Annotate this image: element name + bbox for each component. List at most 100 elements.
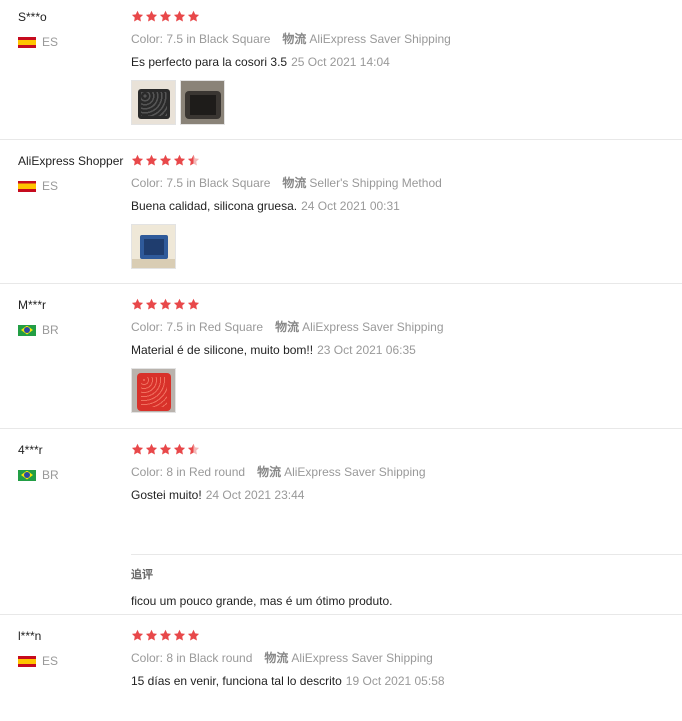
country-code: BR <box>42 323 59 337</box>
review-item: 4***r BR Color: 8 in Red round 物流 AliExpre… <box>0 442 682 615</box>
country-code: ES <box>42 654 59 668</box>
star-rating <box>131 9 682 23</box>
review-date: 19 Oct 2021 05:58 <box>345 674 445 688</box>
star-full-icon <box>187 298 200 310</box>
star-full-icon <box>159 10 172 22</box>
review-photos <box>131 224 682 269</box>
logistics-label: 物流 <box>282 176 307 190</box>
review-item: S***o ES Color: 7.5 in Black Square 物流 Ali… <box>0 9 682 140</box>
color-variant: Color: 7.5 in Black Square <box>131 32 271 46</box>
review-item: AliExpress Shopper ES Color: 7.5 in Blac… <box>0 153 682 284</box>
additional-review-text: ficou um pouco grande, mas é um ótimo pr… <box>131 594 393 608</box>
review-body: Color: 7.5 in Red Square 物流 AliExpress Sav… <box>131 297 682 413</box>
star-full-icon <box>145 298 158 310</box>
star-full-icon <box>173 629 186 641</box>
review-body: Color: 7.5 in Black Square 物流 AliExpress S… <box>131 9 682 125</box>
review-meta: Color: 8 in Black round 物流 AliExpress Save… <box>131 651 682 665</box>
shipping-method: AliExpress Saver Shipping <box>284 465 426 479</box>
color-variant: Color: 7.5 in Red Square <box>131 320 264 334</box>
reviewer-name: 4***r <box>18 443 43 457</box>
star-rating <box>131 628 682 642</box>
star-rating <box>131 297 682 311</box>
shipping-method: Seller's Shipping Method <box>309 176 442 190</box>
review-body: Color: 8 in Black round 物流 AliExpress Save… <box>131 628 682 689</box>
brazil-flag-icon <box>18 469 36 481</box>
star-rating <box>131 153 682 167</box>
star-full-icon <box>131 10 144 22</box>
review-content: 15 días en venir, funciona tal lo descri… <box>131 673 682 689</box>
star-full-icon <box>173 154 186 166</box>
star-full-icon <box>159 154 172 166</box>
brazil-flag-icon <box>18 324 36 336</box>
review-meta: Color: 8 in Red round 物流 AliExpress Saver … <box>131 465 682 479</box>
review-text: 15 días en venir, funciona tal lo descri… <box>131 674 342 688</box>
star-full-icon <box>187 10 200 22</box>
review-date: 24 Oct 2021 23:44 <box>205 488 305 502</box>
star-full-icon <box>173 298 186 310</box>
review-photo-thumbnail[interactable] <box>180 80 225 125</box>
star-full-icon <box>131 298 144 310</box>
reviewer-info: S***o ES <box>18 9 130 49</box>
star-rating <box>131 442 682 456</box>
logistics-label: 物流 <box>282 32 307 46</box>
star-full-icon <box>145 443 158 455</box>
reviewer-name: S***o <box>18 10 47 24</box>
review-item: l***n ES Color: 8 in Black round 物流 AliExp… <box>0 628 682 721</box>
reviewer-country: ES <box>18 35 130 49</box>
country-code: ES <box>42 179 59 193</box>
reviewer-country: ES <box>18 179 130 193</box>
review-photo-thumbnail[interactable] <box>131 368 176 413</box>
star-half-icon <box>187 443 200 455</box>
reviewer-name: l***n <box>18 629 42 643</box>
star-full-icon <box>145 629 158 641</box>
star-full-icon <box>159 443 172 455</box>
review-photo-thumbnail[interactable] <box>131 80 176 125</box>
review-item: M***r BR Color: 7.5 in Red Square 物流 AliEx… <box>0 297 682 429</box>
star-full-icon <box>131 154 144 166</box>
additional-review: 追评 ficou um pouco grande, mas é um ótimo… <box>131 554 682 608</box>
color-variant: Color: 8 in Black round <box>131 651 253 665</box>
reviewer-info: AliExpress Shopper ES <box>18 153 130 193</box>
spain-flag-icon <box>18 180 36 192</box>
review-photo-thumbnail[interactable] <box>131 224 176 269</box>
review-text: Buena calidad, silicona gruesa. <box>131 199 298 213</box>
review-text: Gostei muito! <box>131 488 202 502</box>
star-full-icon <box>173 443 186 455</box>
star-full-icon <box>159 298 172 310</box>
review-body: Color: 8 in Red round 物流 AliExpress Saver … <box>131 442 682 503</box>
spain-flag-icon <box>18 655 36 667</box>
star-full-icon <box>145 10 158 22</box>
star-full-icon <box>187 629 200 641</box>
reviewer-country: BR <box>18 468 130 482</box>
review-text: Es perfecto para la cosori 3.5 <box>131 55 288 69</box>
review-content: Es perfecto para la cosori 3.5 25 Oct 202… <box>131 54 682 70</box>
star-full-icon <box>173 10 186 22</box>
review-meta: Color: 7.5 in Black Square 物流 Seller's Shi… <box>131 176 682 190</box>
review-photos <box>131 80 682 125</box>
reviewer-name: M***r <box>18 298 47 312</box>
review-text: Material é de silicone, muito bom!! <box>131 343 314 357</box>
reviewer-info: l***n ES <box>18 628 130 668</box>
review-content: Gostei muito! 24 Oct 2021 23:44 <box>131 487 682 503</box>
shipping-method: AliExpress Saver Shipping <box>291 651 433 665</box>
reviewer-country: ES <box>18 654 130 668</box>
reviewer-name: AliExpress Shopper <box>18 154 124 168</box>
reviewer-info: 4***r BR <box>18 442 130 482</box>
logistics-label: 物流 <box>257 465 282 479</box>
review-content: Material é de silicone, muito bom!! 23 Oc… <box>131 342 682 358</box>
country-code: ES <box>42 35 59 49</box>
spain-flag-icon <box>18 36 36 48</box>
review-meta: Color: 7.5 in Black Square 物流 AliExpress S… <box>131 32 682 46</box>
star-full-icon <box>145 154 158 166</box>
review-meta: Color: 7.5 in Red Square 物流 AliExpress Sav… <box>131 320 682 334</box>
review-body: Color: 7.5 in Black Square 物流 Seller's Shi… <box>131 153 682 269</box>
review-photos <box>131 368 682 413</box>
review-content: Buena calidad, silicona gruesa. 24 Oct 20… <box>131 198 682 214</box>
color-variant: Color: 8 in Red round <box>131 465 246 479</box>
logistics-label: 物流 <box>275 320 300 334</box>
star-full-icon <box>159 629 172 641</box>
shipping-method: AliExpress Saver Shipping <box>309 32 451 46</box>
country-code: BR <box>42 468 59 482</box>
star-half-icon <box>187 154 200 166</box>
star-full-icon <box>131 443 144 455</box>
